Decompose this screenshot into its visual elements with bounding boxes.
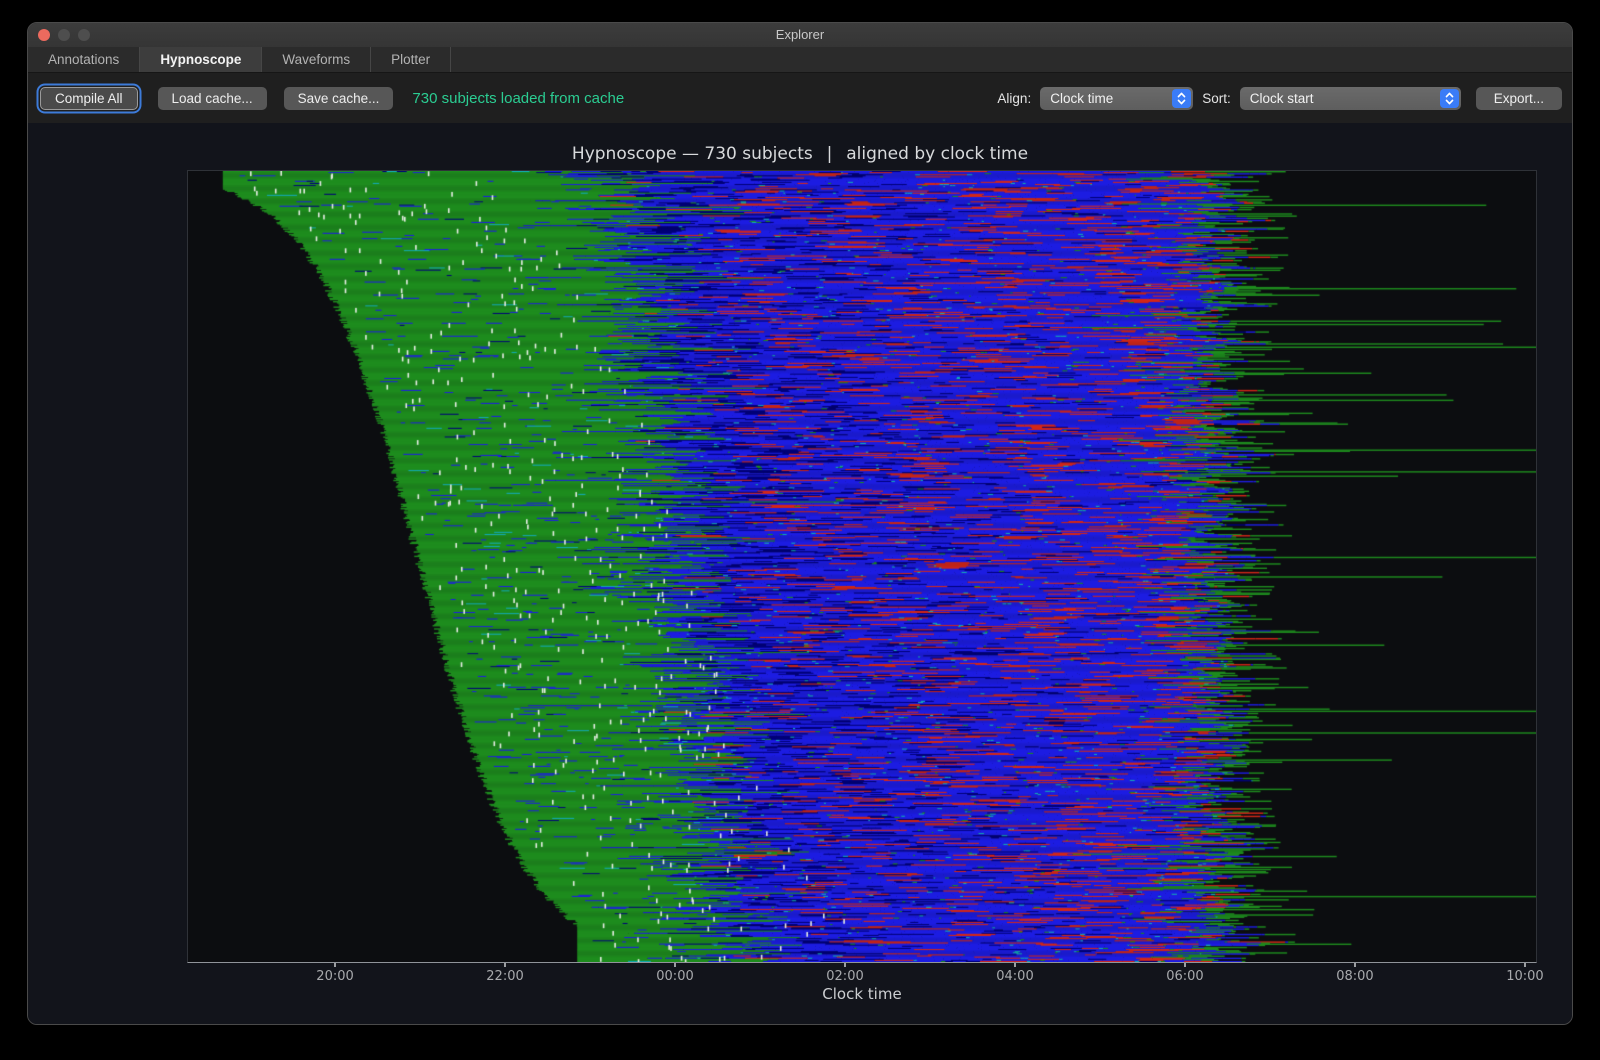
plot-title: Hypnoscope — 730 subjects | aligned by c…	[28, 144, 1572, 164]
app-window: Explorer Annotations Hypnoscope Waveform…	[27, 22, 1573, 1025]
tick-label: 06:00	[1166, 969, 1203, 984]
tick-label: 02:00	[826, 969, 863, 984]
figure-area: Hypnoscope — 730 subjects | aligned by c…	[28, 123, 1572, 1024]
tick-label: 10:00	[1506, 969, 1543, 984]
sort-select[interactable]: Clock start	[1240, 87, 1461, 110]
tick-mark	[504, 963, 506, 967]
tab-annotations[interactable]: Annotations	[28, 47, 139, 72]
tick-label: 00:00	[656, 969, 693, 984]
load-cache-button[interactable]: Load cache...	[158, 87, 267, 110]
toolbar: Compile All Load cache... Save cache... …	[28, 73, 1572, 123]
toolbar-right-group: Align: Clock time Sort: Clock start Expo…	[997, 87, 1562, 110]
tick-label: 04:00	[996, 969, 1033, 984]
tick-mark	[844, 963, 846, 967]
window-titlebar[interactable]: Explorer	[28, 23, 1572, 47]
tab-bar: Annotations Hypnoscope Waveforms Plotter	[28, 47, 1572, 73]
tick-label: 20:00	[316, 969, 353, 984]
save-cache-button[interactable]: Save cache...	[284, 87, 394, 110]
sort-select-value: Clock start	[1250, 91, 1314, 106]
tab-waveforms[interactable]: Waveforms	[262, 47, 370, 72]
tab-plotter[interactable]: Plotter	[371, 47, 450, 72]
tick-mark	[1354, 963, 1356, 967]
align-label: Align:	[997, 91, 1031, 106]
sort-label: Sort:	[1202, 91, 1231, 106]
tick-mark	[1184, 963, 1186, 967]
tick-mark	[1014, 963, 1016, 967]
popup-stepper-icon	[1172, 89, 1191, 108]
plot-area	[187, 170, 1537, 963]
compile-all-button[interactable]: Compile All	[40, 87, 138, 110]
align-select[interactable]: Clock time	[1040, 87, 1193, 110]
status-text: 730 subjects loaded from cache	[412, 90, 624, 107]
tick-label: 22:00	[486, 969, 523, 984]
tick-mark	[334, 963, 336, 967]
tick-label: 08:00	[1336, 969, 1373, 984]
window-title: Explorer	[28, 23, 1572, 47]
popup-stepper-icon	[1440, 89, 1459, 108]
x-axis-label: Clock time	[188, 985, 1536, 1003]
tick-mark	[674, 963, 676, 967]
export-button[interactable]: Export...	[1476, 87, 1562, 110]
tab-separator	[450, 47, 451, 72]
tick-mark	[1524, 963, 1526, 967]
tab-hypnoscope[interactable]: Hypnoscope	[140, 47, 261, 72]
hypnogram-canvas	[188, 171, 1536, 962]
align-select-value: Clock time	[1050, 91, 1113, 106]
